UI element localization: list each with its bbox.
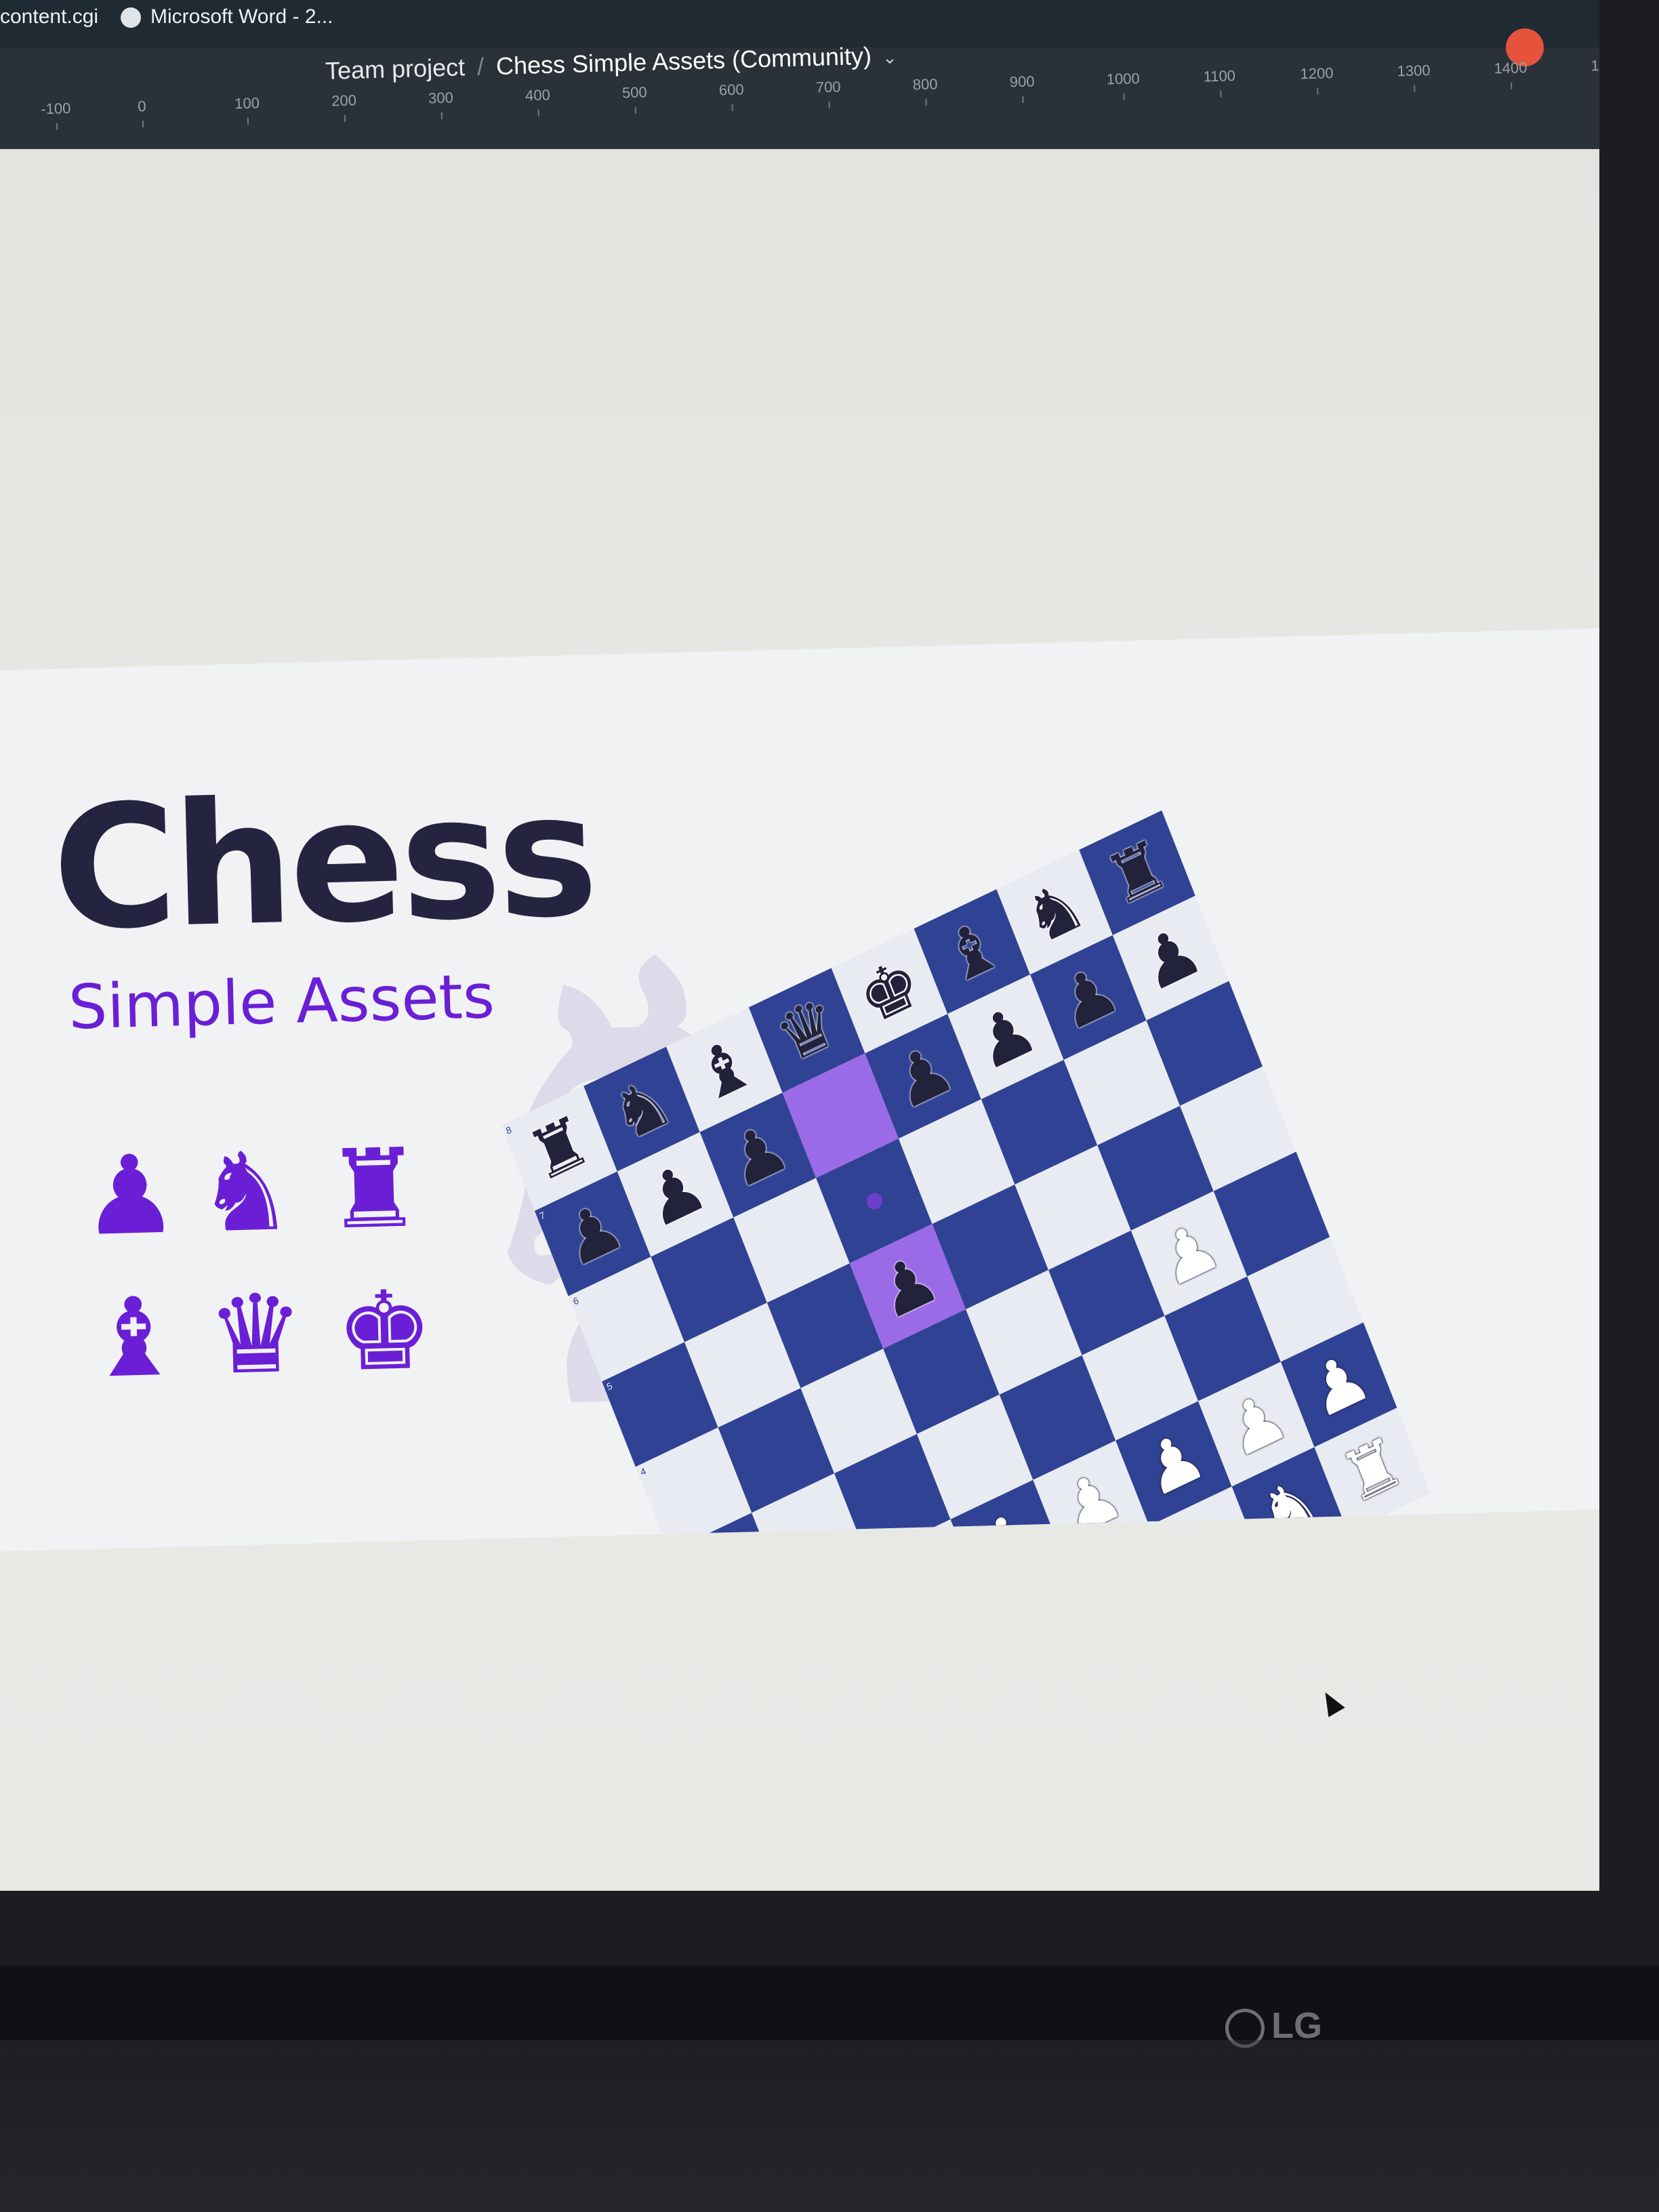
frame-subtitle: Simple Assets (67, 961, 496, 1044)
rank-label: 5 (605, 1380, 614, 1393)
rank-label: 8 (504, 1124, 513, 1136)
screen: content.cgi Microsoft Word - 2... Team p… (0, 0, 1599, 1891)
bookmark-microsoft-word[interactable]: Microsoft Word - 2... (121, 5, 333, 28)
ruler-tick: 600 (718, 81, 744, 99)
white-rook-icon[interactable]: ♜ (1331, 1422, 1414, 1519)
black-bishop-icon[interactable]: ♝ (930, 903, 1013, 1000)
black-pawn-icon[interactable]: ♟ (1130, 909, 1212, 1006)
monitor: content.cgi Microsoft Word - 2... Team p… (0, 0, 1659, 2048)
ruler-tick: 800 (912, 75, 938, 94)
ruler-tick: -100 (40, 100, 71, 118)
design-frame[interactable]: ♞ Chess Simple Assets ♟♞♜♝♛♚ 8♜♞♝♛♚♝♞♜7♟… (0, 628, 1599, 1552)
black-king-icon[interactable]: ♚ (848, 943, 930, 1040)
move-hint-dot[interactable] (863, 1189, 885, 1212)
chevron-down-icon[interactable]: ⌄ (882, 47, 898, 68)
bookmark-content-cgi[interactable]: content.cgi (0, 5, 98, 28)
ruler-tick: 700 (815, 78, 841, 96)
ruler-tick: 1000 (1106, 70, 1140, 88)
white-pawn-icon[interactable]: ♟ (1132, 1415, 1215, 1512)
ruler-tick: 1500 (1591, 56, 1599, 75)
bookmark-label: content.cgi (0, 5, 99, 28)
black-knight-icon[interactable]: ♞ (1013, 863, 1096, 960)
black-queen-icon[interactable]: ♛ (766, 982, 848, 1079)
breadcrumb-separator: / (476, 52, 485, 81)
ruler-tick: 100 (234, 94, 260, 112)
ruler-tick: 200 (331, 91, 357, 110)
rank-label: 6 (571, 1294, 581, 1307)
ruler-tick: 300 (428, 89, 454, 107)
rank-label: 4 (638, 1465, 648, 1478)
breadcrumb-file-name[interactable]: Chess Simple Assets (Community) (495, 41, 872, 79)
ruler-tick: 900 (1009, 73, 1035, 91)
black-knight-icon[interactable]: ♞ (600, 1061, 683, 1158)
bookmark-label: Microsoft Word - 2... (150, 5, 333, 28)
white-pawn-icon[interactable]: ♟ (1148, 1205, 1231, 1302)
ruler-tick: 1300 (1397, 62, 1431, 80)
black-pawn-icon[interactable]: ♟ (1047, 949, 1130, 1046)
ruler-tick: 400 (525, 86, 551, 104)
ruler-tick: 1100 (1203, 67, 1236, 85)
black-pawn-icon[interactable]: ♟ (866, 1238, 949, 1335)
pawn-icon[interactable]: ♟ (80, 1133, 180, 1257)
black-pawn-icon[interactable]: ♟ (716, 1107, 799, 1204)
queen-icon[interactable]: ♛ (205, 1273, 306, 1397)
white-pawn-icon[interactable]: ♟ (1298, 1336, 1380, 1433)
rook-icon[interactable]: ♜ (324, 1127, 424, 1251)
black-pawn-icon[interactable]: ♟ (552, 1185, 634, 1282)
black-bishop-icon[interactable]: ♝ (683, 1021, 766, 1118)
globe-icon (121, 7, 141, 28)
black-rook-icon[interactable]: ♜ (1096, 824, 1179, 921)
ruler-tick: 1400 (1494, 59, 1528, 77)
breadcrumb-team[interactable]: Team project (325, 53, 465, 85)
bishop-icon[interactable]: ♝ (84, 1275, 184, 1399)
black-pawn-icon[interactable]: ♟ (634, 1146, 717, 1243)
ruler-tick: 500 (621, 83, 648, 102)
ruler-tick: 1200 (1300, 64, 1334, 83)
ruler-tick: 0 (137, 97, 146, 115)
editor-toolbar: Team project / Chess Simple Assets (Commun… (0, 28, 1599, 149)
black-pawn-icon[interactable]: ♟ (964, 988, 1047, 1085)
white-pawn-icon[interactable]: ♟ (1215, 1376, 1298, 1473)
knight-icon[interactable]: ♞ (195, 1130, 295, 1254)
bookmarks-bar: content.cgi Microsoft Word - 2... (0, 0, 1599, 47)
frame-title: Chess (49, 756, 596, 968)
rank-label: 7 (537, 1209, 547, 1222)
black-pawn-icon[interactable]: ♟ (882, 1028, 964, 1125)
king-icon[interactable]: ♚ (334, 1269, 434, 1393)
desk-surface (0, 2040, 1659, 2212)
black-rook-icon[interactable]: ♜ (518, 1100, 600, 1197)
